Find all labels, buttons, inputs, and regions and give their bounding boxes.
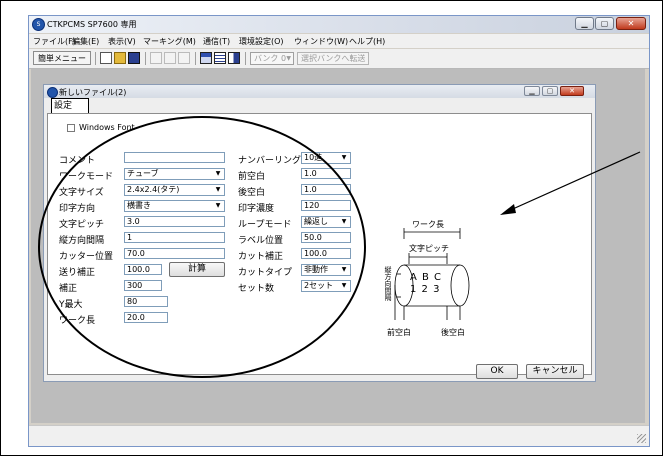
annotation-arrow-line	[505, 151, 641, 213]
annotation-arrowhead	[500, 204, 516, 215]
annotation-overlay	[500, 151, 641, 215]
